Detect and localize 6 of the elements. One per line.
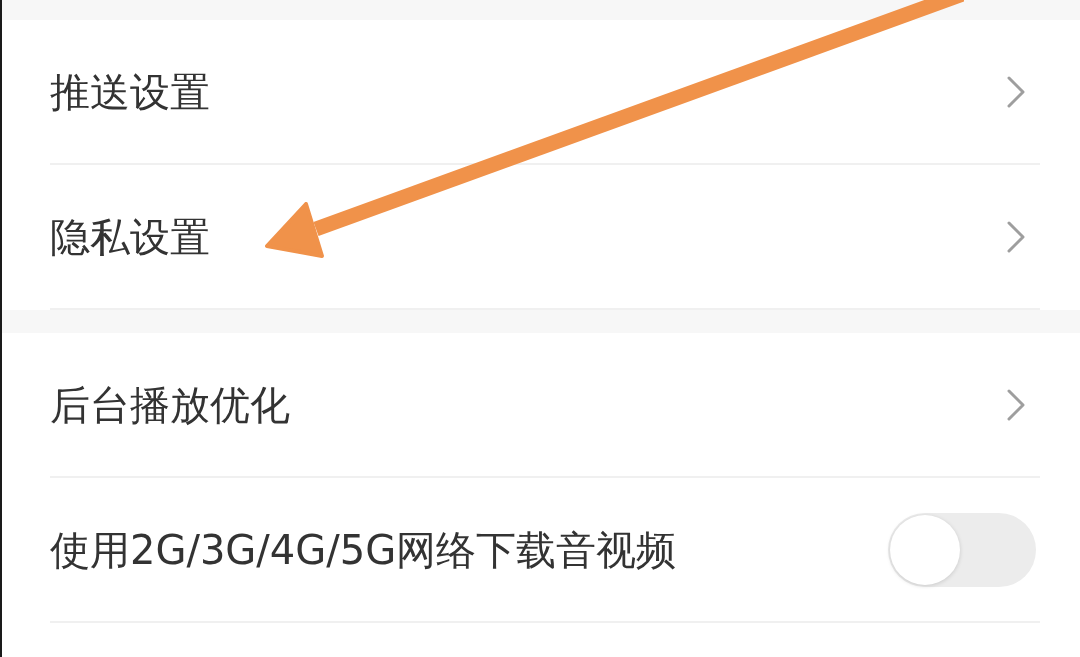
- settings-item[interactable]: 后台播放优化: [50, 333, 1040, 478]
- setting-label: 使用2G/3G/4G/5G网络下载音视频: [50, 529, 677, 570]
- chevron-right-icon: [1006, 220, 1026, 253]
- chevron-right-icon: [1006, 75, 1026, 108]
- chevron-right-icon: [1006, 388, 1026, 421]
- settings-item[interactable]: 推送设置: [50, 20, 1040, 165]
